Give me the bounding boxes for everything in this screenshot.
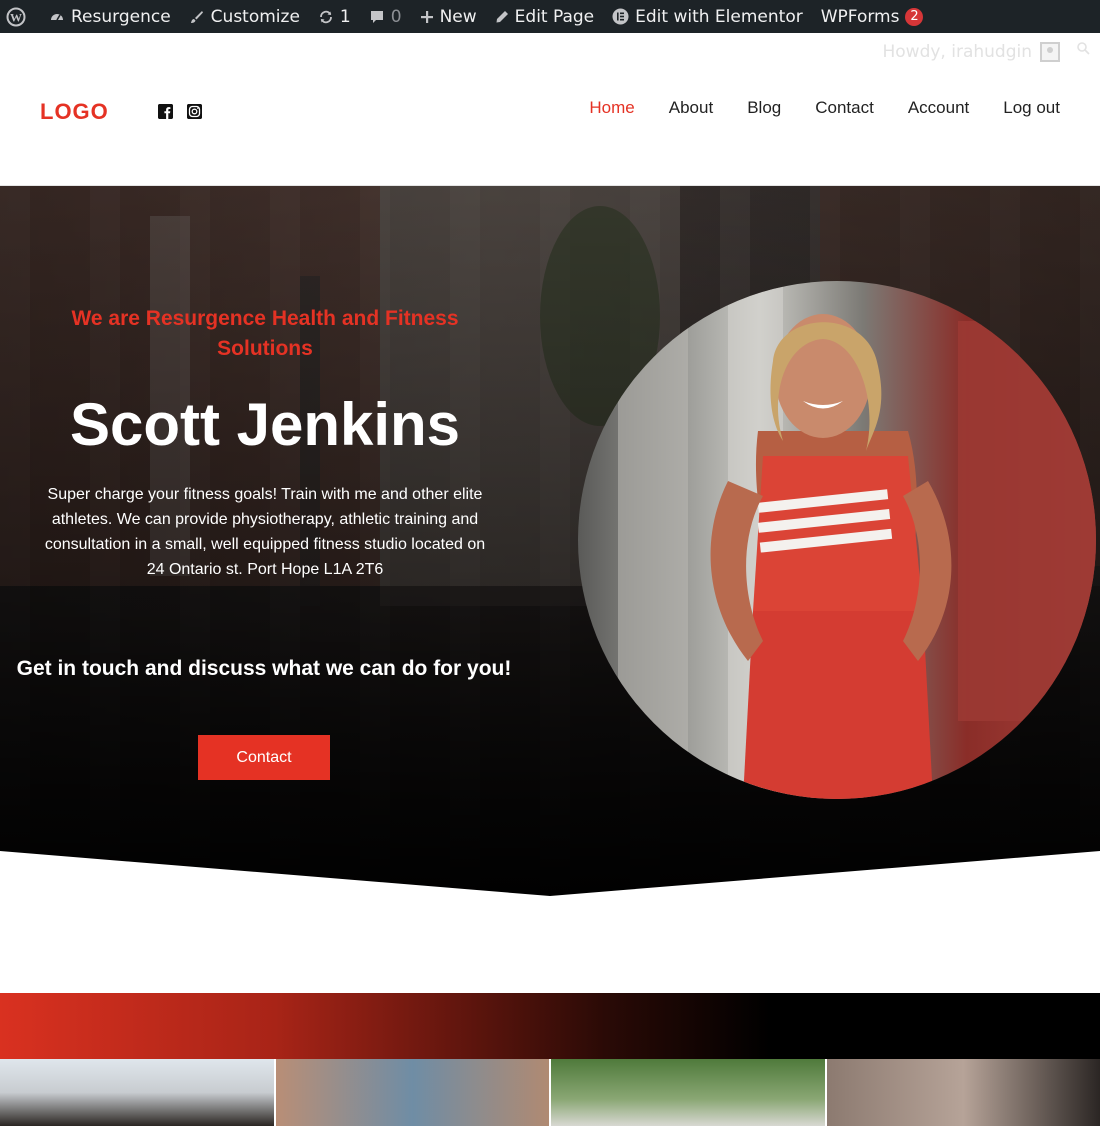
gallery-image — [275, 1059, 549, 1126]
howdy-label: Howdy, irahudgin — [882, 42, 1032, 62]
comments-count: 0 — [390, 6, 402, 27]
wp-admin-bar: W Resurgence Customize 1 0 New Edit Page… — [0, 0, 1100, 33]
gallery-image — [551, 1059, 825, 1126]
svg-text:W: W — [10, 10, 22, 24]
admin-comments[interactable]: 0 — [360, 0, 411, 33]
hero-section: We are Resurgence Health and Fitness Sol… — [0, 186, 1100, 898]
hero-cta-text: Get in touch and discuss what we can do … — [16, 657, 512, 680]
image-gallery-strip — [0, 1059, 1100, 1126]
nav-account[interactable]: Account — [908, 98, 969, 118]
avatar — [1040, 42, 1060, 62]
contact-button[interactable]: Contact — [198, 735, 330, 780]
nav-log-out[interactable]: Log out — [1003, 98, 1060, 118]
updates-icon — [320, 10, 332, 23]
wpforms-label: WPForms — [820, 6, 900, 27]
nav-home[interactable]: Home — [589, 98, 634, 118]
admin-site-name[interactable]: Resurgence — [40, 0, 180, 33]
wpforms-badge: 2 — [905, 7, 924, 26]
hero-title: Scott Jenkins — [69, 391, 461, 458]
gallery-image — [0, 1059, 274, 1126]
customize-label: Customize — [210, 6, 300, 27]
comment-icon — [370, 10, 383, 23]
instagram-icon[interactable] — [187, 104, 202, 119]
new-label: New — [439, 6, 477, 27]
trainer-portrait-image — [578, 281, 1096, 799]
dashboard-icon — [51, 13, 63, 20]
nav-contact[interactable]: Contact — [815, 98, 874, 118]
edit-elementor-label: Edit with Elementor — [635, 6, 803, 27]
elementor-icon — [612, 8, 629, 25]
main-navigation: Home About Blog Contact Account Log out — [555, 98, 1060, 118]
site-header: Howdy, irahudgin LOGO Home About Blog Co… — [0, 33, 1100, 186]
updates-count: 1 — [339, 6, 351, 27]
site-name-label: Resurgence — [71, 6, 171, 27]
admin-customize[interactable]: Customize — [180, 0, 309, 33]
site-logo[interactable]: LOGO — [40, 99, 109, 125]
pencil-icon — [496, 10, 508, 22]
howdy-account[interactable]: Howdy, irahudgin — [882, 42, 1060, 62]
red-gradient-band — [0, 993, 1100, 1059]
nav-about[interactable]: About — [669, 98, 713, 118]
admin-edit-page[interactable]: Edit Page — [486, 0, 603, 33]
gallery-image — [826, 1059, 1100, 1126]
admin-updates[interactable]: 1 — [309, 0, 360, 33]
edit-page-label: Edit Page — [514, 6, 595, 27]
hero-subtitle: We are Resurgence Health and Fitness Sol… — [71, 307, 459, 360]
admin-edit-elementor[interactable]: Edit with Elementor — [603, 0, 812, 33]
admin-new[interactable]: New — [411, 0, 486, 33]
plus-icon — [420, 10, 433, 23]
nav-blog[interactable]: Blog — [747, 98, 781, 118]
brush-icon — [190, 10, 203, 23]
facebook-icon[interactable] — [158, 104, 173, 119]
wordpress-logo-icon[interactable]: W — [0, 0, 40, 33]
admin-wpforms[interactable]: WPForms 2 — [812, 0, 933, 33]
hero-description: Super charge your fitness goals! Train w… — [44, 486, 486, 578]
search-icon[interactable] — [1076, 41, 1090, 55]
